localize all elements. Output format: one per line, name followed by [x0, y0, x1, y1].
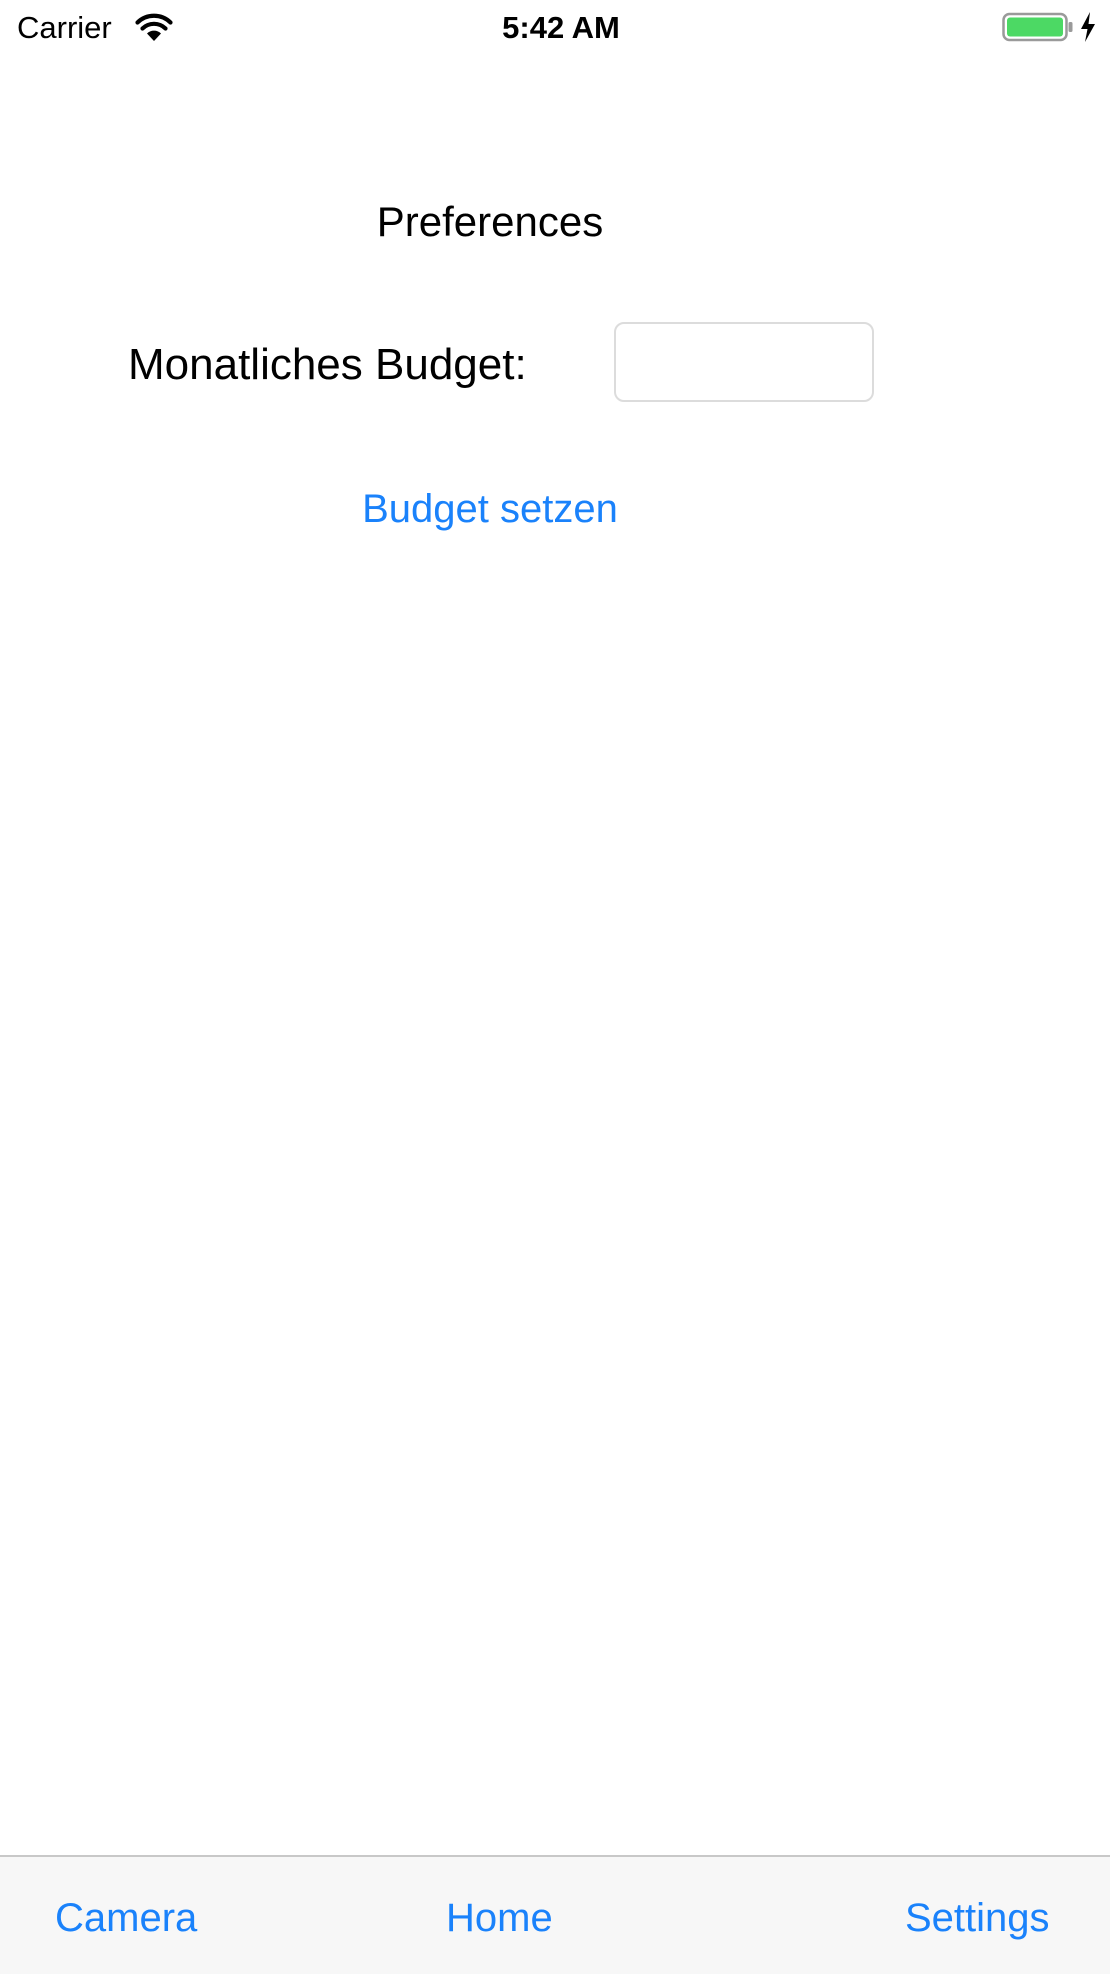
tab-home[interactable]: Home [446, 1893, 553, 1943]
battery-icon [1002, 12, 1073, 42]
tab-bar: Camera Home Settings [0, 1855, 1110, 1974]
monthly-budget-label: Monatliches Budget: [128, 340, 527, 389]
tab-camera[interactable]: Camera [55, 1893, 197, 1943]
status-time: 5:42 AM [502, 10, 620, 45]
charging-icon [1081, 12, 1095, 42]
set-budget-button[interactable]: Budget setzen [0, 482, 980, 536]
monthly-budget-input[interactable] [614, 322, 874, 402]
page-title: Preferences [376, 198, 604, 245]
preferences-screen: Carrier 5:42 AM Preferences Monatliches … [0, 0, 1110, 1974]
tab-settings[interactable]: Settings [905, 1893, 1050, 1943]
status-bar: Carrier 5:42 AM [0, 0, 1110, 56]
